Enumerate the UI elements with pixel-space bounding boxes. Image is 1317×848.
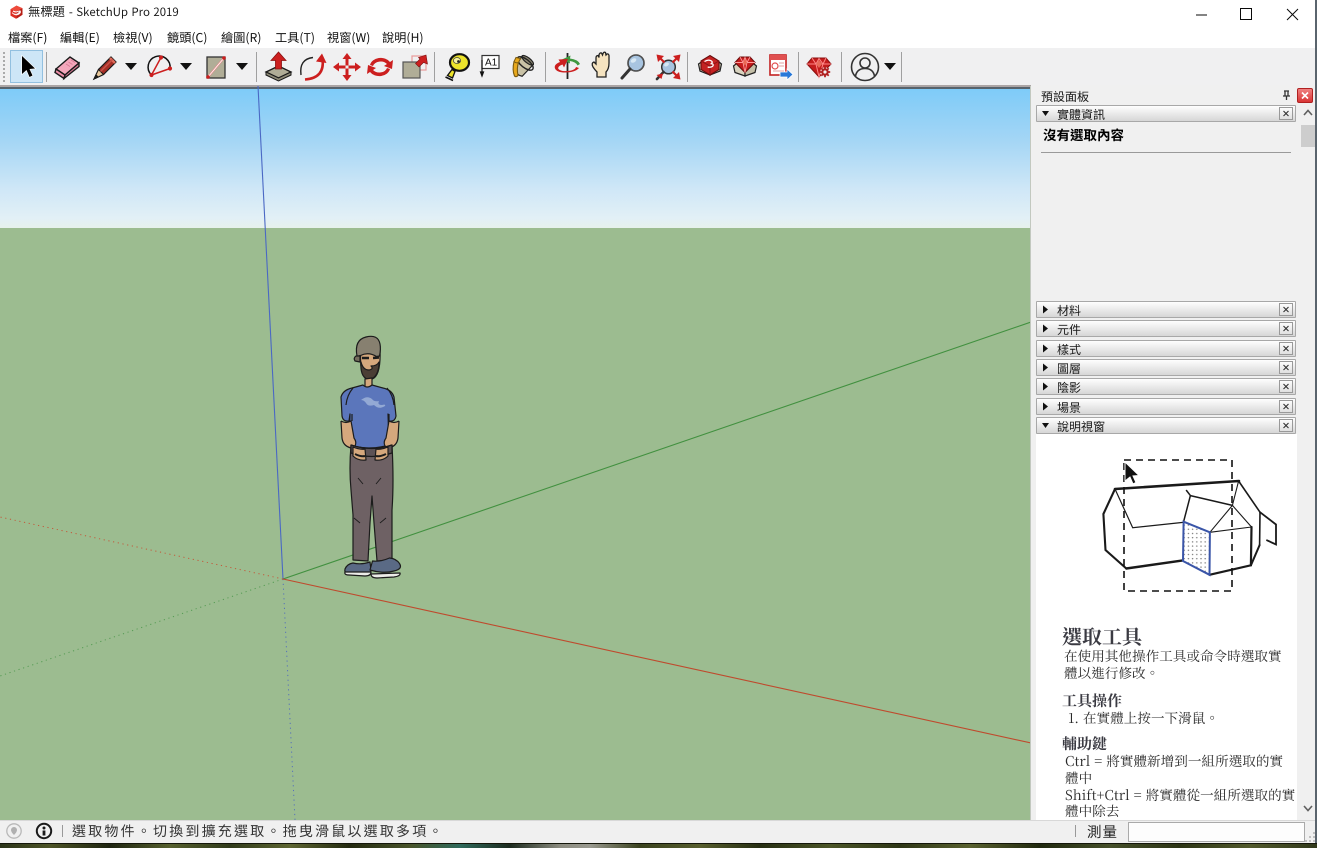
svg-text:A1: A1 [485,58,498,69]
